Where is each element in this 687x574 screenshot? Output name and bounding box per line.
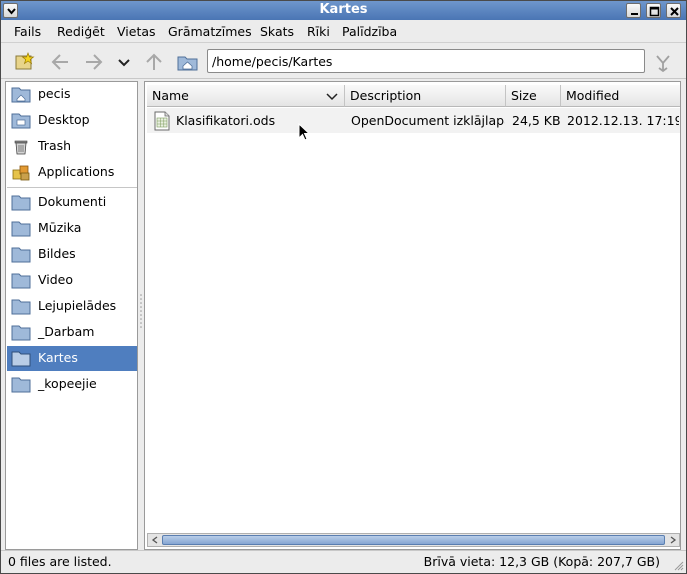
spreadsheet-file-icon: [154, 111, 170, 131]
menu-file[interactable]: Fails: [14, 24, 41, 39]
sidebar-item-label: Desktop: [38, 112, 90, 127]
reload-icon: [656, 55, 670, 73]
folder-icon: [11, 377, 31, 393]
sidebar-item-bildes[interactable]: Bildes: [7, 242, 137, 267]
resize-grip-icon[interactable]: [672, 559, 684, 571]
scrollbar-thumb[interactable]: [162, 535, 665, 545]
title-bar[interactable]: Kartes: [1, 1, 686, 20]
folder-icon: [11, 351, 31, 367]
up-button[interactable]: [142, 51, 166, 73]
column-header-name[interactable]: Name: [147, 85, 345, 107]
scroll-left-icon: [151, 536, 158, 544]
places-sidebar: pecis Desktop Trash Applications Dokumen…: [5, 81, 138, 550]
file-manager-window: Kartes Fails Rediģēt Vietas Grāmatzīmes …: [0, 0, 687, 574]
file-row[interactable]: Klasifikatori.ods OpenDocument izklājlap…: [147, 108, 680, 133]
file-count-status: 0 files are listed.: [8, 554, 112, 569]
sidebar-item-kopeejie[interactable]: _kopeejie: [7, 372, 137, 397]
back-arrow-icon: [51, 54, 68, 70]
desktop-folder-icon: [11, 113, 31, 129]
file-modified: 2012.12.13. 17:19: [567, 113, 679, 128]
sidebar-item-label: Applications: [38, 164, 115, 179]
maximize-button[interactable]: [646, 3, 661, 18]
file-list-pane: Name Description Size Modified Klasifika…: [144, 81, 681, 550]
menu-tools[interactable]: Rīki: [307, 24, 330, 39]
trash-icon: [14, 140, 28, 155]
minimize-button[interactable]: [626, 3, 641, 18]
sidebar-item-label: Mūzika: [38, 220, 82, 235]
sidebar-item-label: Dokumenti: [38, 194, 107, 209]
home-folder-icon: [11, 87, 31, 103]
folder-icon: [11, 221, 31, 237]
folder-icon: [11, 273, 31, 289]
column-label: Description: [350, 88, 422, 103]
free-space-status: Brīvā vieta: 12,3 GB (Kopā: 207,7 GB): [423, 554, 660, 569]
pane-resize-handle[interactable]: [139, 291, 143, 331]
sidebar-item-desktop[interactable]: Desktop: [7, 108, 137, 133]
sidebar-item-label: _kopeejie: [38, 376, 97, 391]
column-header-modified[interactable]: Modified: [561, 85, 680, 107]
file-description: OpenDocument izklājlapa: [351, 113, 505, 128]
file-size: 24,5 KB: [512, 113, 561, 128]
reload-button[interactable]: [651, 51, 675, 73]
window-title: Kartes: [319, 2, 368, 17]
folder-icon: [11, 195, 31, 211]
folder-icon: [11, 299, 31, 315]
sidebar-item-label: Lejupielādes: [38, 298, 117, 313]
close-button[interactable]: [666, 3, 681, 18]
up-arrow-icon: [146, 53, 162, 70]
back-button[interactable]: [48, 51, 72, 73]
menu-view[interactable]: Skats: [260, 24, 294, 39]
column-header-size[interactable]: Size: [506, 85, 561, 107]
minimize-icon: [631, 13, 638, 15]
sidebar-item-label: Bildes: [38, 246, 76, 261]
scroll-right-icon: [670, 536, 677, 544]
menu-bar: Fails Rediģēt Vietas Grāmatzīmes Skats R…: [1, 20, 686, 43]
maximize-icon: [649, 6, 660, 17]
status-bar: 0 files are listed. Brīvā vieta: 12,3 GB…: [1, 550, 686, 573]
menu-help[interactable]: Palīdzība: [342, 24, 397, 39]
sidebar-item-label: Kartes: [38, 350, 78, 365]
sidebar-item-lejupielades[interactable]: Lejupielādes: [7, 294, 137, 319]
chevron-down-icon: [118, 59, 130, 67]
menu-bookmarks[interactable]: Grāmatzīmes: [168, 24, 252, 39]
sidebar-item-label: pecis: [38, 86, 71, 101]
column-label: Name: [152, 88, 189, 103]
new-bookmark-button[interactable]: [13, 51, 37, 73]
column-label: Size: [511, 88, 537, 103]
sidebar-item-kartes[interactable]: Kartes: [7, 346, 137, 371]
sidebar-item-pecis[interactable]: pecis: [7, 82, 137, 107]
sidebar-item-video[interactable]: Video: [7, 268, 137, 293]
close-icon: [670, 7, 679, 16]
sidebar-item-label: Video: [38, 272, 74, 287]
column-label: Modified: [566, 88, 620, 103]
horizontal-scrollbar[interactable]: [147, 533, 680, 547]
applications-icon: [12, 165, 30, 181]
folder-icon: [11, 325, 31, 341]
history-dropdown-button[interactable]: [112, 51, 136, 73]
sidebar-item-label: Trash: [38, 138, 72, 153]
sidebar-item-trash[interactable]: Trash: [7, 134, 137, 159]
home-button[interactable]: [176, 51, 200, 73]
menu-places[interactable]: Vietas: [117, 24, 156, 39]
sidebar-item-label: _Darbam: [38, 324, 95, 339]
forward-button[interactable]: [82, 51, 106, 73]
column-header-description[interactable]: Description: [345, 85, 506, 107]
sidebar-item-applications[interactable]: Applications: [7, 160, 137, 185]
menu-edit[interactable]: Rediģēt: [57, 24, 105, 39]
folder-icon: [11, 247, 31, 263]
forward-arrow-icon: [86, 54, 103, 70]
sidebar-item-dokumenti[interactable]: Dokumenti: [7, 190, 137, 215]
file-name: Klasifikatori.ods: [176, 113, 276, 128]
sidebar-item-darbam[interactable]: _Darbam: [7, 320, 137, 345]
sidebar-item-muzika[interactable]: Mūzika: [7, 216, 137, 241]
sidebar-divider: [7, 187, 137, 188]
home-folder-icon: [177, 56, 198, 71]
sort-descending-icon: [326, 93, 338, 101]
mouse-cursor-icon: [298, 123, 311, 141]
new-tab-star-icon: [15, 52, 35, 70]
location-input[interactable]: /home/pecis/Kartes: [207, 49, 645, 73]
